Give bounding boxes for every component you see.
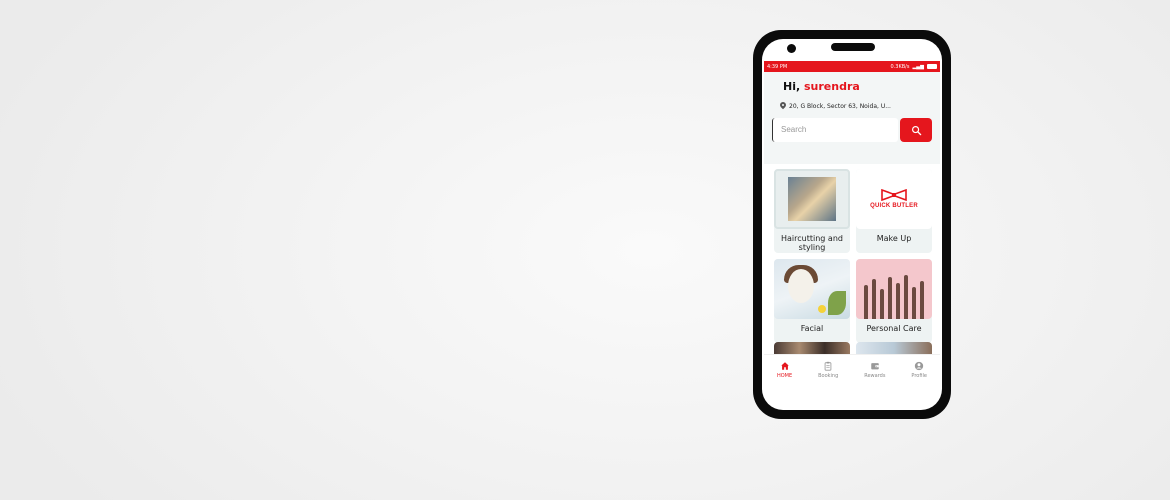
search-button[interactable]: [900, 118, 932, 142]
haircutting-image: [774, 169, 850, 229]
quick-butler-logo: QUICK BUTLER: [856, 169, 932, 229]
greeting-prefix: Hi,: [783, 80, 801, 93]
clipboard-icon: [824, 361, 832, 371]
home-icon: [780, 361, 789, 370]
status-time: 4:39 PM: [767, 63, 788, 70]
brush-shape: [904, 275, 908, 319]
camera-dot: [787, 44, 796, 53]
category-grid: Haircutting and styling QUICK BUTLER Mak…: [764, 169, 940, 343]
location-pin-icon: [780, 102, 786, 110]
nav-rewards-label: Rewards: [864, 372, 886, 379]
nav-booking[interactable]: Booking: [818, 361, 838, 379]
status-bar: 4:39 PM 0.3KB/s ▂▄▆: [764, 61, 940, 72]
category-card-personal-care[interactable]: Personal Care: [856, 259, 932, 343]
battery-icon: [927, 64, 937, 69]
location-address: 20, G Block, Sector 63, Noida, U...: [789, 102, 891, 110]
user-name: surendra: [804, 80, 860, 93]
nav-home[interactable]: HOME: [777, 361, 792, 379]
speaker-slot: [831, 43, 875, 51]
user-icon: [915, 361, 924, 370]
app-header: Hi, surendra 20, G Block, Sector 63, Noi…: [764, 72, 940, 164]
phone-body: 4:39 PM 0.3KB/s ▂▄▆ Hi, surendra 20, G B…: [762, 39, 942, 410]
nav-profile[interactable]: Profile: [911, 361, 927, 379]
search-row: Search: [772, 118, 932, 142]
location-row[interactable]: 20, G Block, Sector 63, Noida, U...: [772, 102, 932, 110]
greeting: Hi, surendra: [772, 80, 932, 93]
brush-shape: [872, 279, 876, 319]
facial-face-shape: [788, 269, 814, 303]
brush-shape: [912, 287, 916, 319]
search-input[interactable]: Search: [772, 118, 898, 142]
nav-rewards[interactable]: Rewards: [864, 361, 885, 379]
nav-home-label: HOME: [776, 372, 793, 379]
facial-image: [774, 259, 850, 319]
brush-shape: [888, 277, 892, 319]
wallet-icon: [871, 362, 879, 369]
category-label: Make Up: [876, 234, 912, 243]
nav-profile-label: Profile: [911, 372, 927, 379]
brush-shape: [880, 289, 884, 319]
brush-shape: [920, 281, 924, 319]
phone-frame: 4:39 PM 0.3KB/s ▂▄▆ Hi, surendra 20, G B…: [753, 30, 951, 419]
network-speed: 0.3KB/s: [890, 63, 910, 70]
category-label: Haircutting and styling: [781, 234, 843, 252]
bowtie-icon: [881, 189, 907, 201]
personal-care-image: [856, 259, 932, 319]
signal-icon: ▂▄▆: [912, 63, 924, 70]
brush-shape: [864, 285, 868, 319]
quick-butler-text: QUICK BUTLER: [870, 203, 918, 209]
category-label: Personal Care: [866, 324, 922, 333]
nav-booking-label: Booking: [818, 372, 839, 379]
bottom-nav: HOME Booking Rewards Profile: [764, 354, 940, 384]
category-label: Facial: [800, 324, 824, 333]
category-card-facial[interactable]: Facial: [774, 259, 850, 343]
search-icon: [911, 125, 921, 135]
app-screen: 4:39 PM 0.3KB/s ▂▄▆ Hi, surendra 20, G B…: [764, 61, 940, 384]
facial-leaf-shape: [828, 291, 846, 315]
brush-shape: [896, 283, 900, 319]
category-card-makeup[interactable]: QUICK BUTLER Make Up: [856, 169, 932, 253]
category-card-haircutting[interactable]: Haircutting and styling: [774, 169, 850, 253]
haircutting-photo: [788, 177, 836, 221]
status-right: 0.3KB/s ▂▄▆: [890, 63, 937, 70]
facial-lemon-shape: [818, 305, 826, 313]
